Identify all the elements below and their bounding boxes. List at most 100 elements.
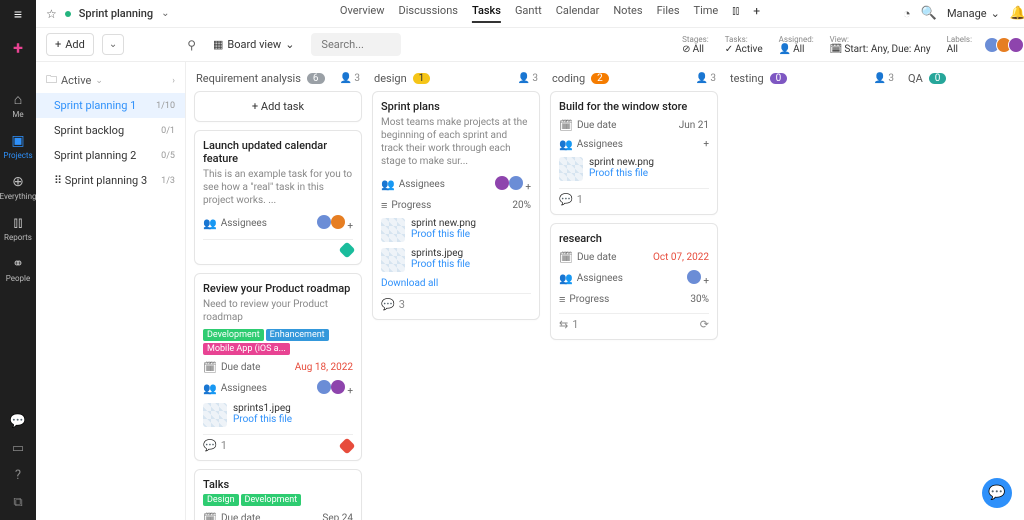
comment-icon[interactable]: 💬 (559, 193, 573, 206)
comment-icon[interactable]: 💬 (203, 439, 217, 452)
card-icon[interactable]: ▭ (12, 441, 24, 456)
tag[interactable]: Development (203, 329, 264, 341)
column-coding: coding2👤3 Build for the window store 🗓Du… (550, 66, 718, 516)
tag[interactable]: Mobile App (iOS a... (203, 343, 290, 355)
file-attachment[interactable]: sprint new.pngProof this file (559, 154, 709, 184)
proof-link[interactable]: Proof this file (589, 168, 654, 179)
column-assignees[interactable]: 👤3 (874, 73, 894, 84)
timer-icon[interactable]: ◔ (903, 6, 911, 22)
filter-assigned[interactable]: Assigned:👤 All (779, 35, 814, 55)
column-count-badge: 0 (770, 73, 788, 84)
sidebar-item-sprint-planning-1[interactable]: Sprint planning 11/10 (36, 93, 185, 118)
column-assignees[interactable]: 👤3 (518, 73, 538, 84)
column-title: coding (552, 72, 585, 85)
add-dropdown[interactable]: ⌄ (102, 34, 124, 55)
due-date: Oct 07, 2022 (653, 252, 709, 263)
tab-discussions[interactable]: Discussions (399, 4, 458, 23)
tag[interactable]: Enhancement (266, 329, 329, 341)
chevron-right-icon[interactable]: › (172, 76, 175, 86)
comment-icon[interactable]: 💬 (381, 298, 395, 311)
project-status-dot (65, 11, 71, 17)
tab-gantt[interactable]: Gantt (515, 4, 542, 23)
manage-menu[interactable]: Manage⌄ (947, 7, 1000, 20)
task-card[interactable]: Talks Design Development 🗓Due dateSep 24… (194, 469, 362, 520)
filter-tasks[interactable]: Tasks:✓ Active (725, 35, 763, 55)
download-all-link[interactable]: Download all (381, 278, 438, 289)
sidebar-item-sprint-backlog[interactable]: Sprint backlog0/1 (36, 118, 185, 143)
chevron-down-icon: ⌄ (991, 7, 1000, 20)
project-tabs: Overview Discussions Tasks Gantt Calenda… (340, 4, 760, 23)
tab-notes[interactable]: Notes (613, 4, 642, 23)
column-assignees[interactable]: 👤3 (696, 73, 716, 84)
repeat-icon[interactable]: ⟳ (700, 318, 709, 331)
chat-fab[interactable]: 💬 (982, 478, 1012, 508)
sidebar-item-sprint-planning-3[interactable]: ⠿ Sprint planning 31/3 (36, 168, 185, 193)
card-title: Launch updated calendar feature (203, 139, 353, 165)
tab-files[interactable]: Files (657, 4, 680, 23)
nav-reports[interactable]: ⫾⫾Reports (4, 215, 32, 242)
tab-chart-icon[interactable]: ⫾⫾ (732, 4, 739, 23)
nav-people[interactable]: ⚭People (6, 256, 30, 283)
member-stack[interactable] (988, 37, 1024, 53)
filter-icon[interactable]: ⚲ (187, 38, 196, 52)
subtask-icon[interactable]: ⇆ (559, 318, 568, 331)
bell-icon[interactable]: 🔔 (1010, 6, 1024, 21)
add-button[interactable]: + Add (46, 33, 94, 56)
add-task-card[interactable]: + Add task (194, 91, 362, 122)
search-input[interactable] (311, 33, 401, 56)
project-chevron-icon[interactable]: ⌄ (161, 8, 169, 19)
view-switcher[interactable]: ▦Board view ⌄ (206, 33, 301, 56)
nav-everything[interactable]: ⊕Everything (0, 174, 36, 201)
proof-link[interactable]: Proof this file (411, 259, 470, 270)
file-attachment[interactable]: sprints.jpegProof this file (381, 245, 531, 275)
star-icon[interactable]: ☆ (46, 7, 57, 21)
task-card[interactable]: Sprint plans Most teams make projects at… (372, 91, 540, 320)
card-desc: This is an example task for you to see h… (203, 168, 353, 207)
folder-icon: 🗀 (46, 71, 57, 90)
proof-link[interactable]: Proof this file (233, 414, 292, 425)
people-icon: 👥 (559, 272, 573, 285)
file-attachment[interactable]: sprints1.jpegProof this file (203, 400, 353, 430)
file-attachment[interactable]: sprint new.pngProof this file (381, 215, 531, 245)
proof-link[interactable]: Proof this file (411, 229, 476, 240)
task-card[interactable]: Build for the window store 🗓Due dateJun … (550, 91, 718, 215)
calendar-icon: 🗓 (559, 251, 573, 264)
nav-me[interactable]: ⌂Me (12, 91, 23, 119)
task-card[interactable]: research 🗓Due dateOct 07, 2022 👥Assignee… (550, 223, 718, 340)
sidebar-item-sprint-planning-2[interactable]: Sprint planning 20/5 (36, 143, 185, 168)
tab-calendar[interactable]: Calendar (556, 4, 600, 23)
card-desc: Most teams make projects at the beginnin… (381, 116, 531, 168)
chat-icon[interactable]: 💬 (10, 414, 26, 429)
folder-active[interactable]: 🗀Active ⌄› (36, 68, 185, 93)
tab-add-button[interactable]: + (753, 4, 760, 23)
column-count-badge: 0 (929, 73, 947, 84)
filter-stages[interactable]: Stages:⊘ All (682, 35, 709, 55)
help-icon[interactable]: ? (15, 468, 21, 483)
tag[interactable]: Development (241, 494, 302, 506)
tab-overview[interactable]: Overview (340, 4, 385, 23)
tab-time[interactable]: Time (694, 4, 719, 23)
create-button[interactable]: + (7, 37, 29, 59)
people-icon: 👥 (203, 382, 217, 395)
hamburger-icon[interactable]: ≡ (14, 6, 22, 23)
window-icon[interactable]: ⧉ (13, 495, 22, 510)
column-qa: QA0 (906, 66, 1024, 516)
nav-projects[interactable]: ▣Projects (3, 133, 32, 160)
progress-icon: ≡ (559, 293, 565, 306)
search-icon[interactable]: 🔍 (921, 6, 937, 21)
calendar-icon: 🗓 (203, 512, 217, 520)
tab-tasks[interactable]: Tasks (472, 4, 501, 23)
column-assignees[interactable]: 👤3 (340, 73, 360, 84)
thumbnail (203, 403, 227, 427)
tag[interactable]: Design (203, 494, 239, 506)
card-title: Review your Product roadmap (203, 282, 353, 295)
project-title[interactable]: Sprint planning (79, 7, 153, 20)
people-icon: 👥 (559, 138, 573, 151)
filter-labels[interactable]: Labels:All (947, 35, 972, 55)
task-card[interactable]: Review your Product roadmap Need to revi… (194, 273, 362, 461)
board-icon: ▦ (213, 38, 223, 51)
filter-view[interactable]: View:🗓 Start: Any, Due: Any (830, 35, 931, 55)
task-card[interactable]: Launch updated calendar feature This is … (194, 130, 362, 265)
column-testing: testing0👤3 (728, 66, 896, 516)
calendar-icon: 🗓 (559, 119, 573, 132)
